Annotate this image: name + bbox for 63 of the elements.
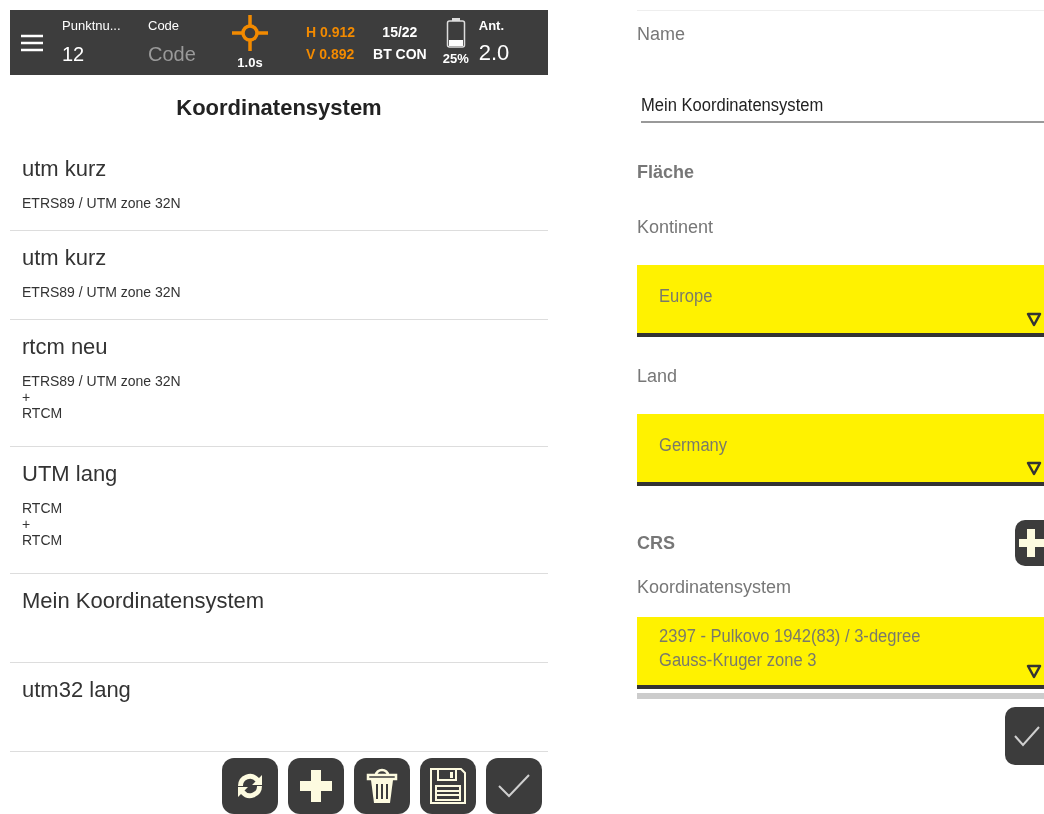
crs-label: Koordinatensystem: [637, 576, 793, 599]
item-title: utm kurz: [22, 244, 108, 272]
coordinate-system-item[interactable]: utm32 lang: [10, 663, 548, 752]
page-title: Koordinatensystem: [175, 94, 383, 122]
country-dropdown[interactable]: Germany: [637, 414, 1044, 486]
item-subtitle: ETRS89 / UTM zone 32N: [22, 284, 182, 300]
item-title: UTM lang: [22, 460, 119, 488]
check-icon: [1013, 724, 1041, 748]
add-button[interactable]: [288, 758, 344, 814]
point-number-value: 12: [62, 42, 86, 68]
item-subtitle: ETRS89 / UTM zone 32N: [22, 195, 182, 211]
dropdown-triangle-icon: [1026, 664, 1042, 679]
dropdown-value: Germany: [659, 434, 728, 457]
battery-icon: [445, 16, 466, 49]
dropdown-triangle-icon: [1026, 461, 1042, 476]
dropdown-value: Gauss-Kruger zone 3: [659, 649, 818, 672]
antenna-label: Ant.: [478, 17, 506, 36]
item-title: rtcm neu: [22, 333, 109, 361]
crs-dropdown[interactable]: 2397 - Pulkovo 1942(83) / 3-degree Gauss-Kruger zone 3: [637, 617, 1044, 689]
continent-label: Kontinent: [637, 216, 715, 239]
coordinate-system-item[interactable]: rtcm neu ETRS89 / UTM zone 32N + RTCM: [10, 320, 548, 447]
point-number-label: Punktnu...: [62, 16, 122, 35]
item-subtitle: +: [22, 516, 32, 532]
dropdown-value: Europe: [659, 285, 713, 308]
save-button[interactable]: [420, 758, 476, 814]
battery-percent: 25%: [442, 49, 469, 68]
item-title: utm kurz: [22, 155, 108, 183]
vertical-accuracy: V 0.892: [306, 44, 356, 64]
dropdown-triangle-icon: [1026, 312, 1042, 327]
coordinate-system-item[interactable]: utm kurz ETRS89 / UTM zone 32N: [10, 142, 548, 231]
name-label: Name: [637, 23, 686, 46]
code-field[interactable]: Code: [148, 39, 220, 70]
coordinate-system-item[interactable]: utm kurz ETRS89 / UTM zone 32N: [10, 231, 548, 320]
satellite-count: 15/22: [382, 22, 418, 42]
code-label: Code: [148, 16, 181, 35]
item-title: Mein Koordinatensystem: [22, 587, 266, 615]
refresh-button[interactable]: [222, 758, 278, 814]
item-title: utm32 lang: [22, 676, 132, 704]
coordinate-system-item[interactable]: Mein Koordinatensystem: [10, 574, 548, 663]
menu-icon[interactable]: [20, 32, 44, 53]
continent-dropdown[interactable]: Europe: [637, 265, 1044, 337]
confirm-button[interactable]: [486, 758, 542, 814]
item-subtitle: +: [22, 389, 32, 405]
item-subtitle: ETRS89 / UTM zone 32N: [22, 373, 182, 389]
delete-button[interactable]: [354, 758, 410, 814]
crosshair-icon: [230, 12, 270, 53]
horizontal-accuracy: H 0.912: [306, 22, 356, 42]
country-label: Land: [637, 365, 679, 388]
dropdown-value: 2397 - Pulkovo 1942(83) / 3-degree: [659, 625, 921, 648]
add-crs-button[interactable]: [1015, 520, 1044, 566]
crs-heading: CRS: [637, 531, 675, 555]
item-subtitle: RTCM: [22, 500, 64, 516]
item-subtitle: RTCM: [22, 405, 64, 421]
coordinate-system-item[interactable]: UTM lang RTCM + RTCM: [10, 447, 548, 574]
connection-status: BT CON: [373, 44, 427, 64]
check-icon: [497, 773, 531, 799]
confirm-button[interactable]: [1005, 707, 1044, 765]
name-field[interactable]: Mein Koordinatensystem: [641, 92, 1044, 123]
area-heading: Fläche: [637, 161, 696, 184]
trash-icon: [365, 766, 399, 806]
antenna-height: 2.0: [478, 38, 510, 67]
item-subtitle: RTCM: [22, 532, 64, 548]
interval-text: 1.0s: [237, 53, 263, 72]
